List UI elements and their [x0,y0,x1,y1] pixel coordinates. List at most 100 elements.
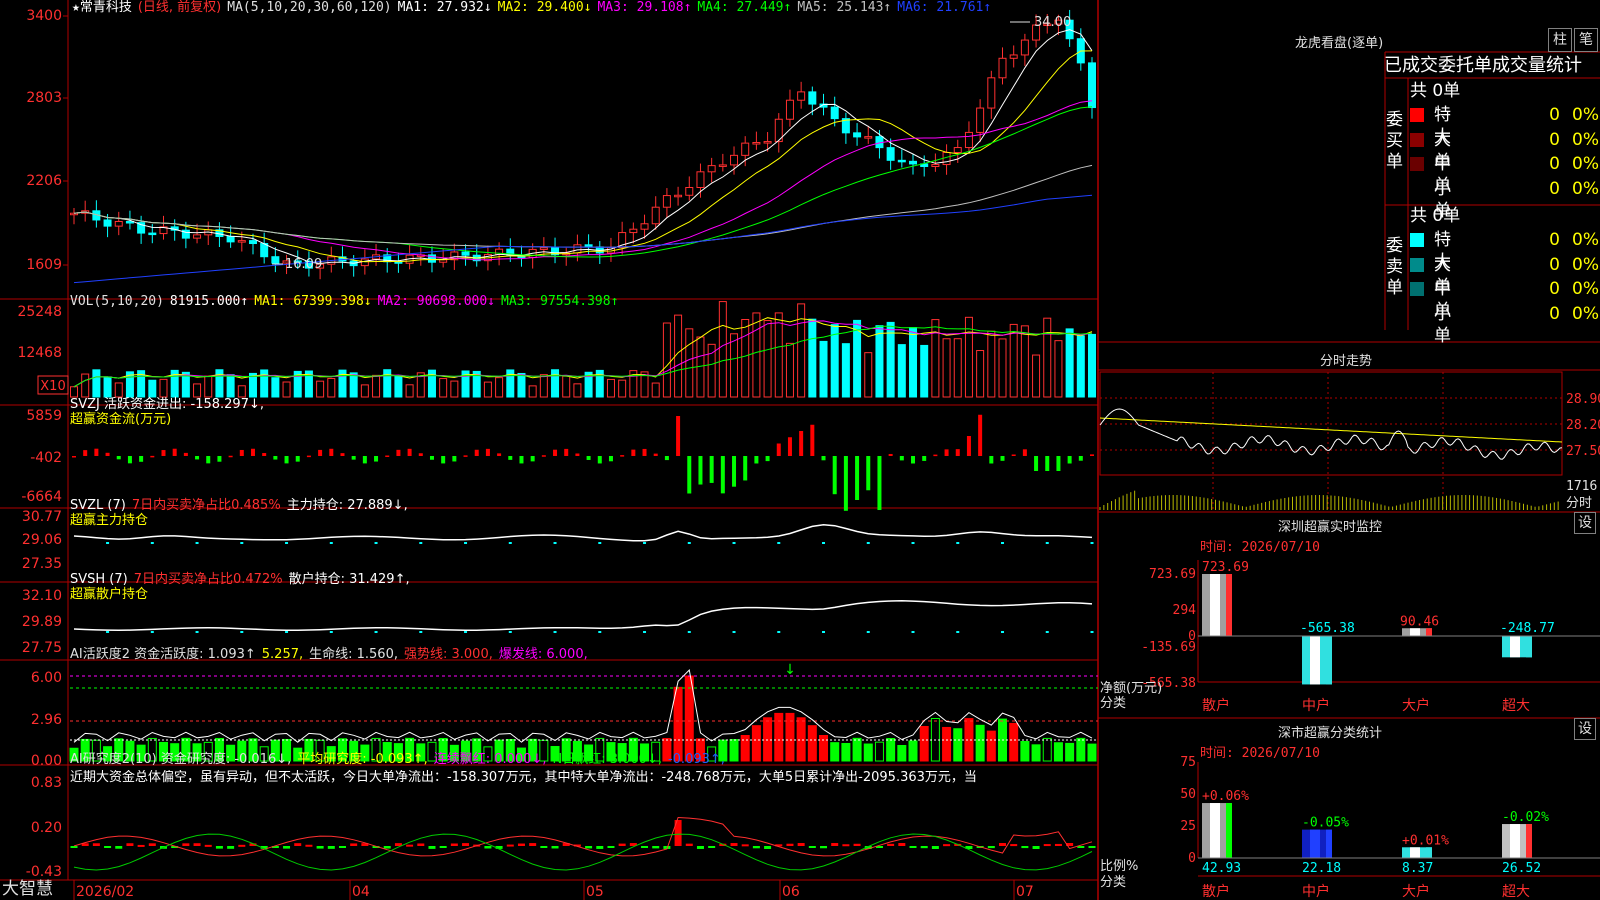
svzl-line-tick [508,542,512,544]
sz-class-settings-button[interactable]: 设 [1574,718,1596,740]
volume-bar [685,328,694,398]
candle-body [685,187,694,196]
svzl-subtitle: 超赢主力持仓 [70,513,149,528]
monitor-bar-hl [1510,636,1520,658]
ai-active-bar [830,742,840,762]
svsh-holding: 散户持仓: 31.429↑, [288,572,410,587]
candle-body [752,141,761,145]
ai-research-bar [551,846,559,849]
svzl-line-tick [822,542,826,544]
ai-research-bar [1043,844,1051,847]
candle-body [70,212,78,216]
brand-label[interactable]: 大智慧 [2,879,53,899]
vol-params: VOL(5,10,20) [70,294,164,309]
ai-research-bar [182,843,190,846]
row-count: 0 [1549,303,1560,324]
svzj-bar [888,453,893,456]
svsh-line-tick [732,631,736,633]
ma-value-2: MA2: 29.400↓ [497,0,592,15]
ai-active-item-4: 强势线: 3.000, [404,647,493,662]
svzj-bar [597,456,602,464]
ai-active-bar [796,717,806,762]
ai-research-bar [1021,846,1029,849]
class-bar-edge [1526,824,1532,858]
class-bar-hl [1210,803,1220,858]
ai-research-bar [853,843,861,846]
vol-current: 81915.000↑ [169,294,249,309]
ai-research-bar [931,846,939,849]
ai-research-bar [305,844,313,847]
svzj-bar [978,414,983,456]
svzj-title: SVZJ 活跃资金进出: -158.297↓, [70,397,265,412]
svzj-bar [877,456,882,511]
svsh-line-tick [1045,631,1049,633]
svsh-line-tick [508,631,512,633]
candle-body [103,219,112,227]
svzj-bar [306,455,311,458]
chart-mode[interactable]: (日线, 前复权) [138,0,221,15]
monitor-bar-label-4: -248.77 [1500,621,1555,636]
volume-bar [651,382,660,398]
svzj-tick-1: -402 [30,450,62,466]
bar-mode-button[interactable]: 柱 [1548,28,1572,52]
ma-line-3 [73,100,1093,261]
ai-research-bar [842,844,850,847]
svzj-bar [385,455,390,457]
svzl-line-tick [419,542,423,544]
price-tick-2: 2206 [26,173,62,189]
volume-bar [718,301,727,398]
ai-research-bar [652,846,660,849]
intraday-title[interactable]: 分时走势 [1320,350,1372,369]
candle-body [662,195,671,208]
class-cat-2: 中户 [1302,883,1330,900]
volume-bar [752,312,761,398]
ai-active-bar [975,724,985,762]
svzj-bar [1022,449,1027,456]
pen-mode-button[interactable]: 笔 [1574,28,1598,52]
svzj-bar [541,455,546,457]
svzj-bar [732,456,737,487]
ai-research-bar [999,843,1007,846]
monitor-axis-label2: 分类 [1100,696,1126,711]
svsh-line-tick [553,631,557,633]
svzl-line-tick [777,542,781,544]
svsh-line-tick [374,631,378,633]
sz-monitor-time: 时间: 2026/07/10 [1200,540,1320,555]
color-swatch [1410,233,1424,247]
svzl-line-tick [866,542,870,544]
svzj-bar [1056,456,1061,471]
volume-bar [81,373,90,398]
candle-body [830,106,839,120]
volume-bar [282,381,291,398]
svzj-bar [497,453,502,456]
monitor-bar-hl [1310,636,1320,685]
star-icon[interactable]: ★ [72,0,80,15]
ai-research-bar [316,846,324,849]
volume-bar [327,377,336,398]
ai-research-bar [204,844,212,847]
ai-research-bar [820,846,828,849]
ai-active-bar [852,737,862,762]
volume-bar [998,338,1007,398]
color-swatch [1410,282,1424,296]
svsh-line-tick [911,631,915,633]
candle-body [763,141,772,144]
ai-research-bars [70,820,1096,849]
ai-research-bar [1010,844,1018,847]
volume-bar [1020,325,1029,398]
candle-body [148,232,157,236]
svzj-bar [206,456,211,464]
ai-active-bar [908,740,918,762]
svzj-bar [821,456,826,461]
monitor-bar-edge [1526,636,1532,658]
svsh-line-tick [866,631,870,633]
svzj-bar [608,456,613,462]
svsh-title: SVSH (7) [70,572,128,587]
volume-bar [1009,323,1018,398]
sz-monitor-settings-button[interactable]: 设 [1574,512,1596,534]
longhu-col-headers: 已成交委托单成交量统计 [1384,55,1582,76]
monitor-tick-1: 294 [1173,603,1197,618]
ai-research-bar [294,843,302,846]
svzj-bar [810,424,815,456]
volume-bar [517,372,526,398]
